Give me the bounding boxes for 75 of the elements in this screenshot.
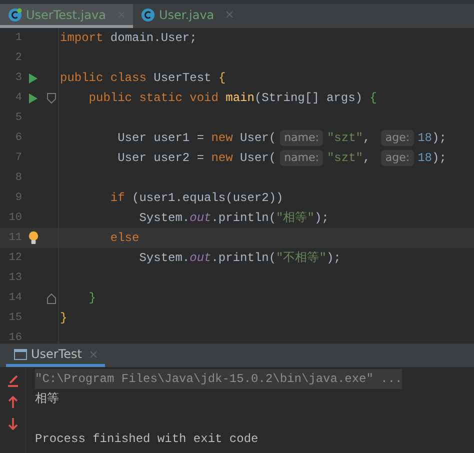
line-number: 5 [14, 110, 22, 126]
code-token: new [211, 130, 233, 147]
code-token: "szt" [326, 150, 363, 167]
code-token: import [60, 30, 104, 47]
code-token: UserTest [152, 70, 212, 87]
line-number: 1 [14, 30, 22, 46]
parameter-hint: name: [280, 150, 323, 166]
fold-icon[interactable] [46, 292, 56, 304]
rerun-icon[interactable] [6, 373, 20, 387]
line-number: 10 [8, 210, 22, 226]
line-number: 3 [14, 70, 22, 86]
code-token: { [370, 90, 377, 107]
run-icon[interactable] [28, 92, 38, 104]
down-arrow-icon[interactable] [6, 417, 18, 431]
code-token: "szt" [326, 130, 363, 147]
line-number: 16 [8, 330, 22, 343]
code-token: public class [60, 70, 146, 87]
code-token: domain.User; [109, 30, 197, 47]
up-arrow-icon[interactable] [6, 395, 18, 409]
tab-label: User.java [158, 6, 214, 24]
code-token: ); [432, 150, 446, 167]
parameter-hint: name: [280, 130, 323, 146]
code-token: ); [314, 210, 329, 227]
code-token: } [60, 310, 68, 327]
code-token: else [109, 230, 140, 247]
line-number: 15 [8, 310, 22, 326]
console-line: Process finished with exit code [35, 431, 258, 448]
class-icon [8, 8, 22, 22]
code-token: 18 [418, 130, 432, 147]
line-number: 7 [14, 150, 22, 166]
code-token: 18 [418, 150, 432, 167]
lightbulb-icon[interactable] [28, 231, 38, 245]
line-number: 9 [14, 190, 22, 206]
editor-tab[interactable]: UserTest.java [0, 4, 133, 28]
run-icon[interactable] [28, 72, 38, 84]
line-number: 13 [8, 270, 22, 286]
fold-icon[interactable] [46, 92, 56, 104]
code-token: (String[] args) [254, 90, 364, 107]
code-token: , [362, 130, 372, 147]
code-token: "不相等" [276, 250, 326, 267]
parameter-hint: age: [381, 130, 414, 146]
code-token: .println( [211, 210, 276, 227]
tab-label: UserTest.java [26, 6, 106, 24]
code-token: out [190, 210, 212, 227]
code-token: { [218, 70, 226, 87]
code-token: .println( [211, 250, 276, 267]
line-number: 6 [14, 130, 22, 146]
code-token: "相等" [276, 210, 314, 227]
code-token: main [226, 90, 254, 107]
code-token: out [190, 250, 212, 267]
code-token: } [88, 290, 96, 307]
code-token: (user1.equals(user2)) [131, 190, 284, 207]
code-token: System. [138, 210, 190, 227]
console-icon [14, 348, 27, 360]
code-token: new [211, 150, 233, 167]
line-number: 12 [8, 250, 22, 266]
code-token: ); [326, 250, 341, 267]
code-token: ); [432, 130, 446, 147]
code-token: if [109, 190, 125, 207]
code-token: User user1 = [116, 130, 206, 147]
line-number: 8 [14, 170, 22, 186]
line-number: 2 [14, 50, 22, 66]
code-token: System. [138, 250, 190, 267]
editor-tab[interactable]: User.java [132, 4, 242, 28]
code-token: User( [239, 130, 276, 147]
class-icon [140, 8, 155, 22]
parameter-hint: age: [381, 150, 414, 166]
code-token: User user2 = [116, 150, 206, 167]
code-token: public static void [88, 90, 220, 107]
code-token: User( [239, 150, 276, 167]
line-number: 4 [14, 90, 22, 106]
code-token: , [362, 150, 372, 167]
console-line: 相等 [35, 391, 59, 408]
line-number: 14 [8, 290, 22, 306]
tab-label: UserTest [31, 346, 82, 363]
